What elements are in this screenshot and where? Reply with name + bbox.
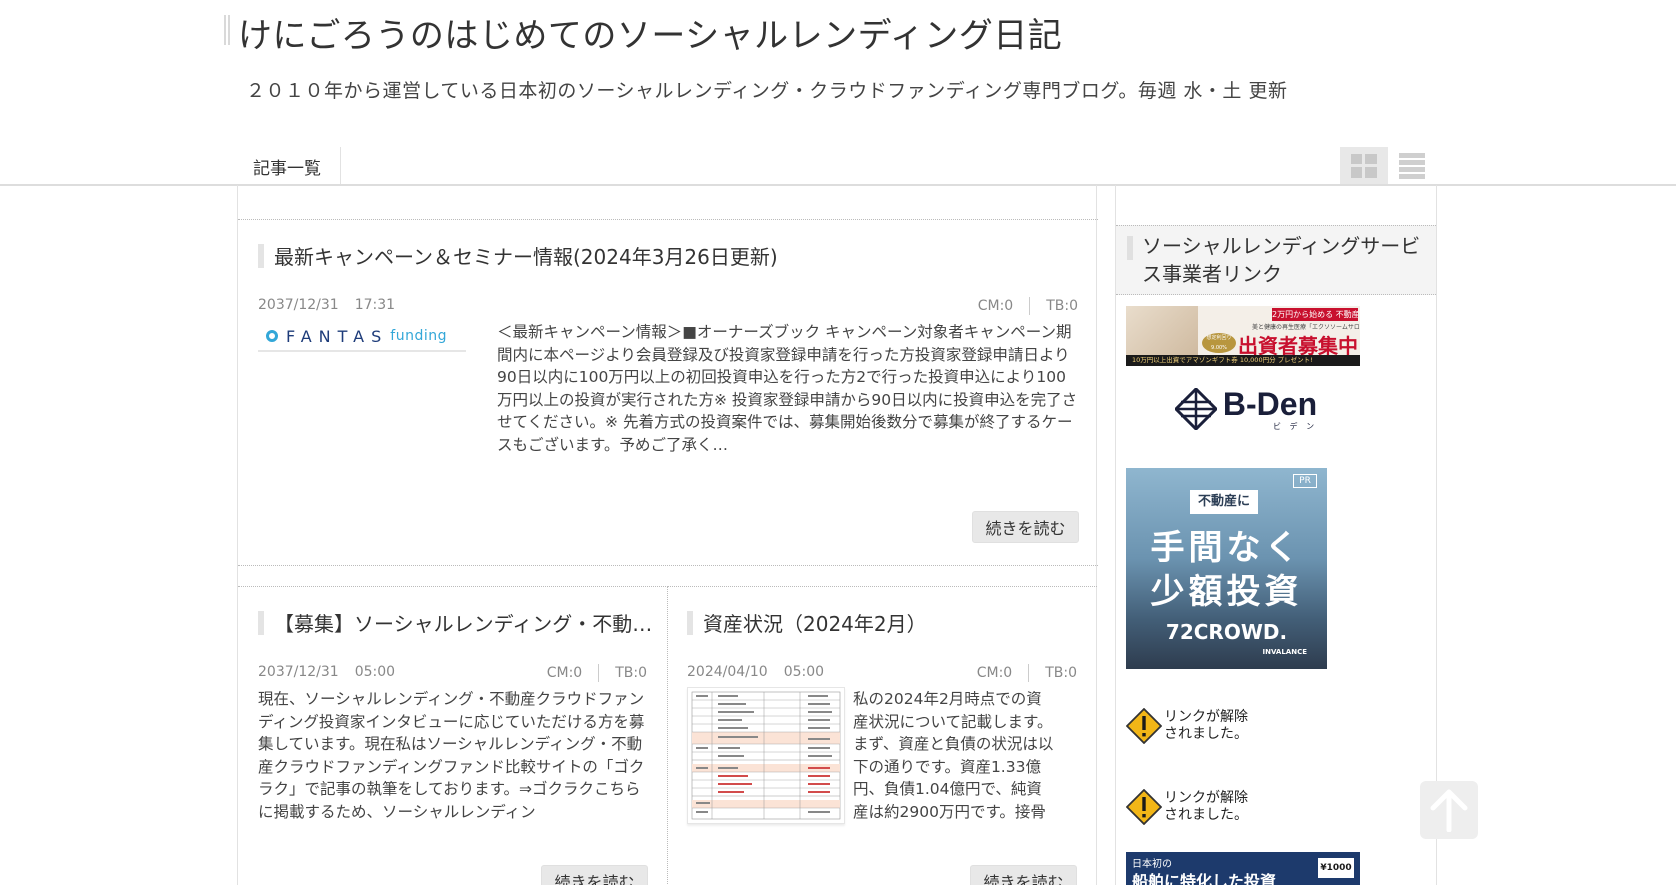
banner-line-2: 少額投資: [1150, 572, 1303, 612]
article-title-text[interactable]: 最新キャンペーン＆セミナー情報(2024年3月26日更新): [274, 241, 778, 270]
b-den-kana: ビ デ ン: [1273, 421, 1318, 431]
title-mark: [687, 610, 693, 635]
sidebar-heading-text: ソーシャルレンディングサービス事業者リンク: [1142, 234, 1421, 286]
banner-line-1: 手間なく: [1150, 528, 1303, 568]
grid-view-icon: [1351, 154, 1377, 178]
warning-icon: [1126, 708, 1162, 744]
read-more-button[interactable]: 続きを読む: [972, 511, 1079, 543]
article-excerpt: ＜最新キャンペーン情報＞■オーナーズブック キャンペーン対象者キャンペーン期間内…: [497, 323, 1078, 454]
banner-72crowd[interactable]: PR 不動産に 手間なく 少額投資 72CROWD. INVALANCE: [1126, 468, 1327, 669]
grid-view-button[interactable]: [1340, 147, 1388, 185]
blog-title-text[interactable]: けにごろうのはじめてのソーシャルレンディング日記: [238, 8, 1062, 57]
read-more-button[interactable]: 続きを読む: [970, 865, 1077, 885]
nav-item-article-list[interactable]: 記事一覧: [237, 147, 341, 185]
asset-table-image: [691, 691, 841, 820]
sidebar: ソーシャルレンディングサービス事業者リンク 2万円から始める 不動産投資 美と健…: [1115, 185, 1437, 885]
warning-icon: [1126, 789, 1162, 825]
maker-label: INVALANCE: [1262, 648, 1307, 656]
article-title-text[interactable]: 資産状況（2024年2月）: [703, 608, 927, 637]
article-title[interactable]: 資産状況（2024年2月）: [687, 608, 927, 637]
article-meta: 2037/12/31 05:00: [258, 664, 395, 680]
sidebar-heading: ソーシャルレンディングサービス事業者リンク: [1116, 225, 1436, 295]
ring-icon: [266, 330, 278, 342]
yield-badge: 想定利回り 9.00%: [1202, 333, 1236, 353]
article-time: 17:31: [354, 297, 396, 313]
article-thumbnail-asset-table[interactable]: [687, 687, 845, 824]
article-counts: CM:0 TB:0: [547, 664, 647, 682]
removed-link-2[interactable]: リンクが解除されました。: [1126, 782, 1256, 832]
count-separator: [598, 664, 600, 682]
banner-tag: 不動産に: [1190, 490, 1258, 514]
article-title[interactable]: 【募集】ソーシャルレンディング・不動産クラウドファンディング投資家インタビュー: [258, 608, 668, 637]
global-nav: 記事一覧: [237, 147, 1437, 185]
title-mark: [224, 15, 230, 45]
article-meta: 2024/04/10 05:00: [687, 664, 824, 680]
list-view-icon: [1399, 153, 1425, 179]
count-separator: [1028, 664, 1030, 682]
arrow-up-icon: [1430, 789, 1468, 832]
banner-b-den[interactable]: B-Den ビ デ ン: [1126, 381, 1366, 437]
article-card-featured: 最新キャンペーン＆セミナー情報(2024年3月26日更新) 2037/12/31…: [238, 219, 1098, 566]
banner-ship-investment[interactable]: 日本初の 船舶に特化した投資 ¥1000: [1126, 852, 1360, 885]
article-time: 05:00: [354, 664, 396, 680]
article-meta: 2037/12/31 17:31: [258, 297, 395, 313]
ship-gift-badge: ¥1000: [1318, 858, 1354, 878]
title-mark: [258, 610, 264, 635]
comment-count[interactable]: CM:0: [547, 665, 582, 681]
banner-top-text: 2万円から始める 不動産投資: [1272, 308, 1358, 321]
pr-badge: PR: [1293, 474, 1317, 488]
trackback-count[interactable]: TB:0: [615, 665, 647, 681]
b-den-logo-icon: [1174, 388, 1217, 430]
blog-description: ２０１０年から運営している日本初のソーシャルレンディング・クラウドファンディング…: [246, 80, 1288, 102]
count-separator: [1029, 297, 1031, 315]
article-date: 2037/12/31: [258, 297, 339, 313]
banner-bottom-text: 10万円以上出資でアマゾンギフト券 10,000円分 プレゼント!: [1126, 355, 1360, 366]
scroll-to-top-button[interactable]: [1420, 781, 1478, 839]
read-more-button[interactable]: 続きを読む: [541, 865, 648, 885]
main-content: 最新キャンペーン＆セミナー情報(2024年3月26日更新) 2037/12/31…: [237, 185, 1098, 885]
trackback-count[interactable]: TB:0: [1045, 665, 1077, 681]
article-date: 2024/04/10: [687, 664, 768, 680]
fantas-funding-logo: FANTAS funding: [266, 327, 447, 346]
article-card: 【募集】ソーシャルレンディング・不動産クラウドファンディング投資家インタビュー …: [238, 586, 668, 885]
comment-count[interactable]: CM:0: [977, 665, 1012, 681]
comment-count[interactable]: CM:0: [978, 298, 1013, 314]
blog-title[interactable]: けにごろうのはじめてのソーシャルレンディング日記: [224, 8, 1062, 57]
article-thumbnail-fantas[interactable]: FANTAS funding: [258, 322, 466, 352]
banner-real-estate-investment[interactable]: 2万円から始める 不動産投資 美と健康の再生医療「エクソソームサロン」 想定利回…: [1126, 306, 1360, 366]
ship-main: 船舶に特化した投資: [1132, 872, 1277, 885]
article-excerpt: 私の2024年2月時点での資産状況について記載します。まず、資産と負債の状況は以…: [853, 690, 1054, 821]
article-time: 05:00: [783, 664, 825, 680]
title-mark: [258, 243, 264, 268]
article-counts: CM:0 TB:0: [978, 297, 1078, 315]
list-view-button[interactable]: [1388, 147, 1436, 185]
removed-link-text: リンクが解除されました。: [1164, 709, 1248, 742]
article-card: 資産状況（2024年2月） 2024/04/10 05:00 CM:0 TB:0: [667, 586, 1097, 885]
brand-72crowd: 72CROWD.: [1165, 620, 1288, 644]
article-title-text[interactable]: 【募集】ソーシャルレンディング・不動産クラウドファンディング投資家インタビュー: [274, 608, 668, 637]
removed-link-1[interactable]: リンクが解除されました。: [1126, 701, 1256, 751]
article-date: 2037/12/31: [258, 664, 339, 680]
trackback-count[interactable]: TB:0: [1046, 298, 1078, 314]
b-den-wordmark: B-Den: [1222, 385, 1318, 422]
article-counts: CM:0 TB:0: [977, 664, 1077, 682]
article-title[interactable]: 最新キャンペーン＆セミナー情報(2024年3月26日更新): [258, 241, 778, 270]
title-mark: [1127, 236, 1133, 260]
removed-link-text: リンクが解除されました。: [1164, 790, 1248, 823]
article-excerpt: 現在、ソーシャルレンディング・不動産クラウドファンディング投資家インタビューに応…: [258, 690, 645, 821]
